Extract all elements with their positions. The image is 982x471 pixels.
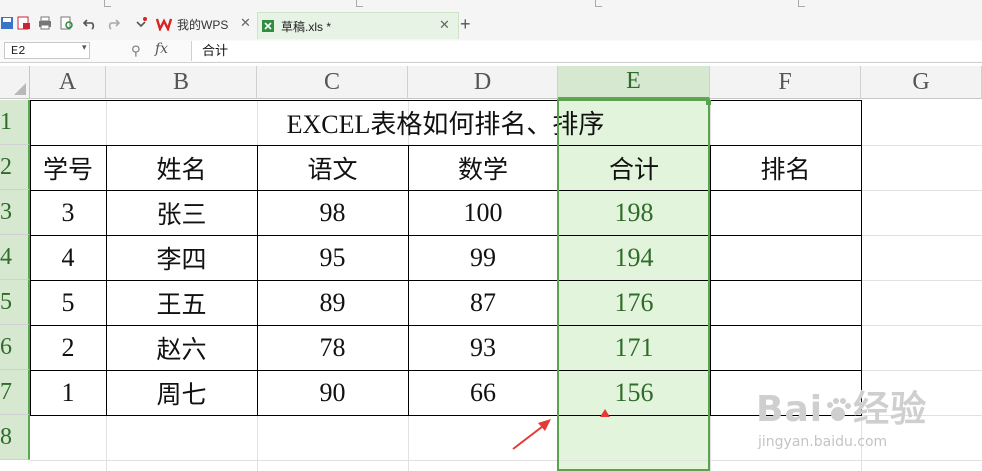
data-cell-f5[interactable] (710, 280, 861, 325)
name-box[interactable]: E2 (4, 42, 90, 59)
data-cell-c5[interactable]: 89 (257, 280, 408, 325)
header-cell-b[interactable]: 姓名 (106, 145, 257, 190)
row-header-5[interactable]: 5 (0, 280, 30, 325)
redo-icon[interactable] (106, 16, 120, 30)
customize-toolbar-icon[interactable] (134, 16, 148, 30)
chevron-down-icon[interactable]: ▾ (82, 42, 87, 53)
tab-my-wps[interactable]: 我的WPS ✕ (156, 12, 256, 36)
print-preview-icon[interactable] (60, 16, 74, 30)
annotation-arrow (512, 409, 610, 450)
column-header-c[interactable]: C (257, 66, 408, 99)
tab-label: 我的WPS (177, 17, 229, 32)
column-header-e[interactable]: E (558, 66, 710, 99)
title-toolbar: 我的WPS ✕ 草稿.xls * ✕ + (0, 0, 982, 41)
print-icon[interactable] (38, 16, 52, 30)
data-cell-a6[interactable]: 2 (30, 325, 106, 370)
data-cell-a7[interactable]: 1 (30, 370, 106, 415)
data-cell-d3[interactable]: 100 (408, 190, 558, 235)
data-cell-d6[interactable]: 93 (408, 325, 558, 370)
watermark-url: jingyan.baidu.com (758, 434, 888, 450)
new-tab-icon[interactable]: + (460, 14, 471, 35)
corner-triangle-icon (14, 83, 26, 95)
row-header-1[interactable]: 1 (0, 100, 30, 145)
column-header-g[interactable]: G (861, 66, 982, 99)
export-pdf-icon[interactable] (17, 16, 31, 30)
toolbar-divider (104, 0, 111, 7)
data-cell-f6[interactable] (710, 325, 861, 370)
header-cell-f[interactable]: 排名 (710, 145, 861, 190)
data-cell-b6[interactable]: 赵六 (106, 325, 257, 370)
spreadsheet-file-icon (262, 20, 274, 32)
data-cell-f3[interactable] (710, 190, 861, 235)
column-header-a[interactable]: A (30, 66, 106, 99)
data-cell-b7[interactable]: 周七 (106, 370, 257, 415)
table-border (861, 100, 862, 415)
column-header-b[interactable]: B (106, 66, 257, 99)
wps-logo-icon (156, 18, 172, 31)
row-header-2[interactable]: 2 (0, 145, 30, 190)
search-formula-icon[interactable]: ⚲ (131, 43, 141, 59)
save-icon[interactable] (0, 16, 14, 30)
data-cell-b4[interactable]: 李四 (106, 235, 257, 280)
data-cell-d5[interactable]: 87 (408, 280, 558, 325)
column-header-d[interactable]: D (408, 66, 558, 99)
header-cell-a[interactable]: 学号 (30, 145, 106, 190)
toolbar-divider (798, 0, 805, 7)
undo-icon[interactable] (83, 16, 97, 30)
header-cell-c[interactable]: 语文 (257, 145, 408, 190)
formula-input[interactable]: 合计 (191, 41, 982, 61)
data-cell-b3[interactable]: 张三 (106, 190, 257, 235)
toolbar-divider (356, 0, 363, 7)
table-border (30, 415, 862, 416)
header-cell-d[interactable]: 数学 (408, 145, 558, 190)
paw-icon (827, 398, 852, 421)
data-cell-c7[interactable]: 90 (257, 370, 408, 415)
select-all-corner[interactable] (0, 66, 30, 99)
data-cell-c6[interactable]: 78 (257, 325, 408, 370)
fill-handle[interactable] (706, 100, 711, 105)
tab-label: 草稿.xls * (281, 19, 332, 34)
row-header-3[interactable]: 3 (0, 190, 30, 235)
row-header-8[interactable]: 8 (0, 415, 30, 460)
data-cell-c3[interactable]: 98 (257, 190, 408, 235)
data-cell-d4[interactable]: 99 (408, 235, 558, 280)
row-header-7[interactable]: 7 (0, 370, 30, 415)
column-header-f[interactable]: F (710, 66, 861, 99)
close-icon[interactable]: ✕ (240, 15, 251, 31)
data-cell-f4[interactable] (710, 235, 861, 280)
data-cell-a3[interactable]: 3 (30, 190, 106, 235)
data-cell-a4[interactable]: 4 (30, 235, 106, 280)
row-header-6[interactable]: 6 (0, 325, 30, 370)
close-icon[interactable]: ✕ (439, 17, 450, 33)
row-header-4[interactable]: 4 (0, 235, 30, 280)
sheet-title-cell[interactable]: EXCEL表格如何排名、排序 (30, 100, 861, 145)
data-cell-a5[interactable]: 5 (30, 280, 106, 325)
watermark-logo: Bai 经验 (756, 389, 928, 430)
insert-function-icon[interactable]: fx (155, 41, 168, 57)
toolbar-divider (595, 0, 602, 7)
data-cell-c4[interactable]: 95 (257, 235, 408, 280)
tab-workbook[interactable]: 草稿.xls * ✕ (257, 12, 459, 39)
baidu-jingyan-watermark: Bai 经验 jingyan.baidu.com (752, 374, 982, 471)
formula-bar: E2 ▾ ⚲ fx 合计 (0, 40, 982, 63)
data-cell-b5[interactable]: 王五 (106, 280, 257, 325)
